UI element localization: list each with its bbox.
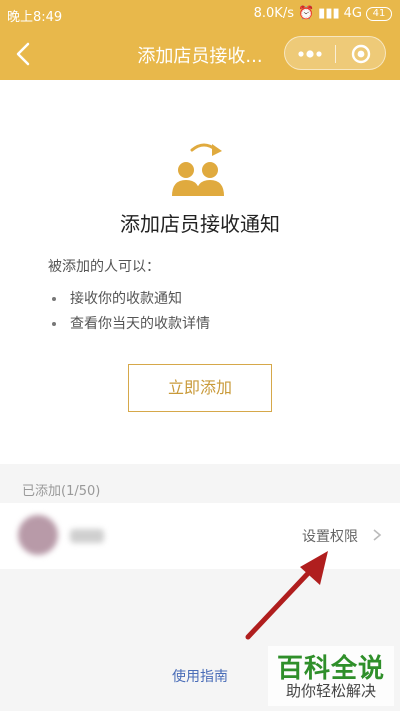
description-item-text: 接收你的收款通知: [70, 291, 182, 307]
annotation-arrow-icon: [245, 551, 328, 640]
description-item: 接收你的收款通知: [52, 288, 182, 308]
alarm-icon: ⏰: [297, 6, 315, 21]
header: 晚上8:49 8.0K/s ⏰ ▮▮▮ 4G 41 添加店员接收...: [0, 0, 400, 80]
network-speed: 8.0K/s: [253, 6, 294, 21]
status-right: 8.0K/s ⏰ ▮▮▮ 4G 41: [254, 6, 392, 21]
bullet-dot: [52, 322, 56, 326]
set-permission-link[interactable]: 设置权限: [302, 526, 358, 546]
staff-transfer-icon: [172, 143, 224, 196]
hero-title: 添加店员接收通知: [120, 212, 280, 236]
watermark-subtitle: 助你轻松解决: [285, 682, 376, 700]
added-count-label: 已添加(1/50): [22, 484, 101, 499]
signal-icon: ▮▮▮: [318, 6, 340, 21]
miniprogram-close-icon[interactable]: [336, 37, 386, 71]
miniprogram-capsule: [284, 36, 386, 70]
network-type: 4G: [343, 6, 362, 21]
member-row[interactable]: 设置权限: [0, 503, 400, 569]
add-now-button[interactable]: 立即添加: [128, 364, 272, 412]
watermark: 百科全说 助你轻松解决: [268, 646, 394, 706]
bullet-dot: [52, 297, 56, 301]
more-dots-icon[interactable]: [285, 37, 335, 71]
status-time: 晚上8:49: [7, 10, 63, 25]
description-item: 查看你当天的收款详情: [52, 313, 210, 333]
description-item-text: 查看你当天的收款详情: [70, 316, 210, 332]
member-name-blurred: [70, 529, 104, 543]
notice-card: 添加店员接收通知 被添加的人可以： 接收你的收款通知 查看你当天的收款详情 立即…: [0, 80, 400, 464]
battery-level: 41: [366, 6, 392, 21]
navigation-bar: 添加店员接收...: [0, 30, 400, 80]
status-bar: 晚上8:49 8.0K/s ⏰ ▮▮▮ 4G 41: [0, 0, 400, 30]
avatar: [18, 515, 58, 555]
description-lead: 被添加的人可以：: [48, 259, 160, 275]
chevron-right-icon: [373, 529, 382, 541]
